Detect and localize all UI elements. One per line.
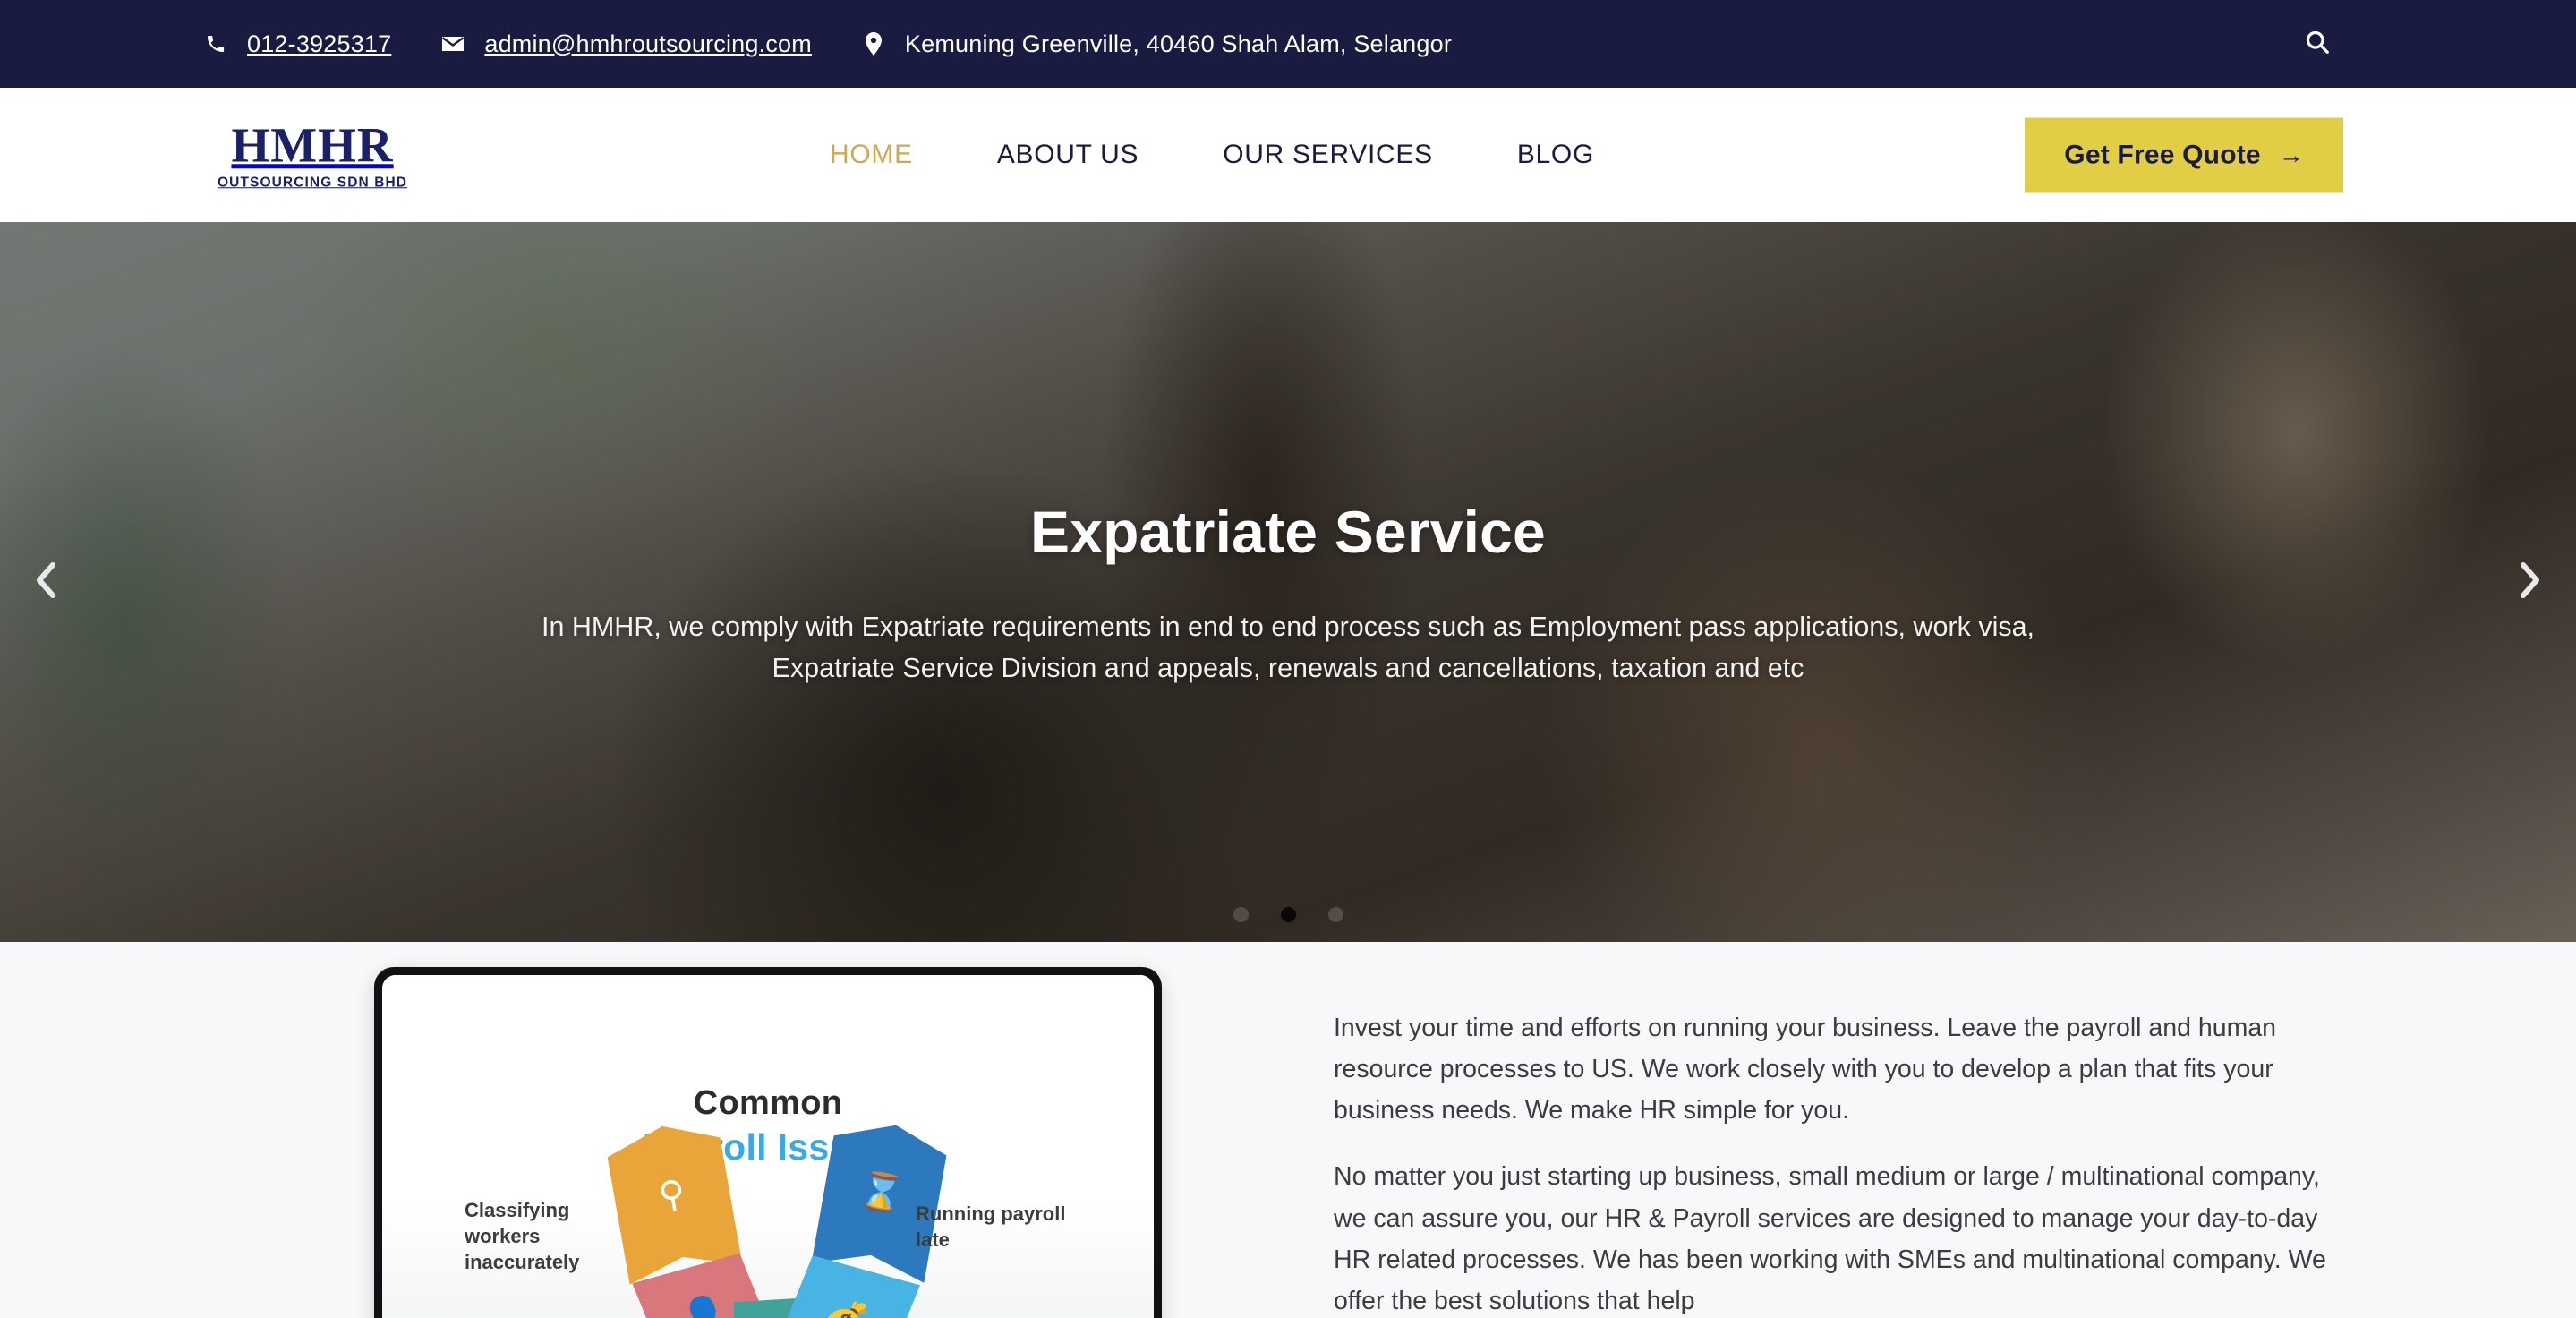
nav-item-blog[interactable]: BLOG (1475, 140, 1636, 170)
chevron-right-icon (2515, 559, 2546, 606)
hero-title: Expatriate Service (1030, 499, 1546, 565)
intro-section: Common Payroll Issues ⚲ ⌛ 👤 Classifying … (0, 942, 2576, 1318)
address-contact-item: Kemuning Greenville, 40460 Shah Alam, Se… (862, 30, 1452, 58)
phone-contact-link[interactable]: 012-3925317 (204, 30, 391, 58)
money-bag-percent-icon: 💰 (820, 1294, 874, 1318)
slider-prev-button[interactable] (14, 551, 77, 613)
infographic-label-left: Classifying workers inaccurately (465, 1199, 580, 1274)
hero-slider: Expatriate Service In HMHR, we comply wi… (0, 222, 2576, 942)
search-button[interactable] (2290, 16, 2345, 72)
magnifier-list-icon: ⚲ (655, 1173, 689, 1217)
arrow-right-icon: → (2278, 141, 2304, 168)
slider-pagination (0, 907, 2576, 922)
site-logo[interactable]: HMHR OUTSOURCING SDN BHD (218, 120, 407, 190)
slider-next-button[interactable] (2499, 551, 2562, 613)
intro-image-column: Common Payroll Issues ⚲ ⌛ 👤 Classifying … (0, 942, 1334, 1318)
hero-text-block: Expatriate Service In HMHR, we comply wi… (0, 500, 2576, 689)
get-free-quote-label: Get Free Quote (2064, 140, 2261, 169)
top-contact-list: 012-3925317 admin@hmhroutsourcing.com Ke… (0, 30, 1452, 58)
laptop-screen: Common Payroll Issues ⚲ ⌛ 👤 Classifying … (382, 975, 1154, 1318)
payroll-issues-infographic: Common Payroll Issues ⚲ ⌛ 👤 Classifying … (382, 975, 1154, 1318)
top-contact-bar: 012-3925317 admin@hmhroutsourcing.com Ke… (0, 0, 2576, 88)
phone-number-text: 012-3925317 (247, 30, 392, 57)
chevron-left-icon (30, 559, 61, 606)
hero-subtitle: In HMHR, we comply with Expatriate requi… (541, 611, 2035, 683)
intro-paragraph-1: Invest your time and efforts on running … (1334, 1014, 2277, 1125)
email-contact-link[interactable]: admin@hmhroutsourcing.com (441, 30, 812, 58)
intro-text-column: Invest your time and efforts on running … (1334, 942, 2363, 1318)
nav-item-home[interactable]: HOME (788, 140, 955, 170)
search-icon (2304, 29, 2331, 60)
get-free-quote-button[interactable]: Get Free Quote → (2025, 117, 2343, 193)
laptop-mockup: Common Payroll Issues ⚲ ⌛ 👤 Classifying … (374, 967, 1162, 1318)
slider-dot-2[interactable] (1280, 907, 1296, 922)
logo-tagline: OUTSOURCING SDN BHD (218, 175, 408, 191)
hourglass-icon: ⌛ (856, 1169, 908, 1217)
primary-menu: HOME ABOUT US OUR SERVICES BLOG (788, 140, 1636, 170)
email-address-text: admin@hmhroutsourcing.com (484, 30, 812, 57)
logo-wordmark: HMHR (231, 117, 394, 173)
infographic-segment-blue: ⌛ (811, 1115, 950, 1283)
slider-dot-3[interactable] (1327, 907, 1343, 922)
infographic-label-right: Running payroll late (916, 1202, 1066, 1252)
phone-icon (204, 30, 227, 57)
nav-item-our-services[interactable]: OUR SERVICES (1181, 140, 1475, 170)
slider-dot-1[interactable] (1233, 907, 1249, 922)
main-navigation-bar: HMHR OUTSOURCING SDN BHD HOME ABOUT US O… (0, 88, 2576, 222)
person-chart-icon: 👤 (677, 1289, 734, 1318)
envelope-icon (441, 30, 465, 57)
address-text: Kemuning Greenville, 40460 Shah Alam, Se… (904, 30, 1453, 57)
intro-paragraph-2: No matter you just starting up business,… (1334, 1162, 2326, 1315)
location-pin-icon (862, 30, 885, 57)
nav-item-about-us[interactable]: ABOUT US (955, 140, 1181, 170)
